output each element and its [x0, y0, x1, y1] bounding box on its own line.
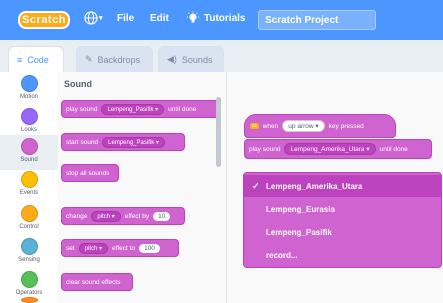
palette-section-title: Sound — [64, 79, 92, 89]
block-play-sound-script[interactable]: play sound Lempeng_Amerika_Utara ▾ until… — [244, 139, 432, 159]
block-when-key-pressed[interactable]: ▭ when up arrow ▾ key pressed — [244, 114, 396, 138]
dropdown-item[interactable]: Lempeng_Pasifik — [244, 221, 441, 243]
tab-sounds[interactable]: ◀) Sounds — [158, 46, 224, 72]
tab-sounds-label: Sounds — [181, 54, 213, 65]
looks-dot — [20, 108, 38, 125]
dropdown-item[interactable]: record... — [244, 244, 441, 266]
block-stop-all-sounds[interactable]: stop all sounds — [61, 164, 119, 182]
dropdown-item[interactable]: ✓ Lempeng_Amerika_Utara — [244, 175, 441, 197]
tab-code-label: Code — [27, 54, 49, 65]
events-dot — [20, 171, 38, 188]
tutorials-menu[interactable]: Tutorials — [204, 13, 245, 24]
block-text: stop all sounds — [66, 169, 110, 177]
block-text: key pressed — [328, 122, 364, 130]
block-palette: Sound play sound Lempeng_Pasifik ▾ until… — [58, 72, 227, 303]
chevron-down-icon[interactable]: ▾ — [99, 14, 103, 22]
category-sensing[interactable]: Sensing — [0, 235, 58, 270]
edit-menu[interactable]: Edit — [150, 13, 169, 24]
category-control[interactable]: Control — [0, 202, 58, 237]
block-text: play sound — [249, 145, 281, 153]
extension-icon: ▭ — [250, 123, 259, 129]
block-text: when — [262, 122, 279, 130]
lightbulb-icon[interactable] — [186, 11, 200, 25]
block-text: set — [66, 244, 75, 252]
project-title-input[interactable]: Scratch Project — [258, 10, 376, 30]
sound-dot — [20, 138, 38, 155]
tab-backdrops[interactable]: ✎ Backdrops — [76, 46, 153, 72]
scratch-logo[interactable]: Scratch — [18, 11, 70, 29]
block-text: play sound — [66, 105, 98, 113]
category-label: Events — [19, 190, 39, 196]
dropdown-item[interactable]: Lempeng_Eurasia — [244, 198, 441, 220]
category-variables[interactable] — [0, 297, 58, 303]
category-menu: Motion Looks Sound Events Control Sensin… — [0, 72, 59, 303]
block-text: change — [66, 212, 88, 220]
tab-code[interactable]: ≡ Code — [8, 46, 64, 72]
category-label: Control — [19, 224, 39, 230]
dropdown-item-label: record... — [266, 250, 298, 260]
effect-value-input[interactable]: 100 — [139, 243, 160, 253]
block-text: clear sound effects — [66, 278, 121, 286]
block-change-effect[interactable]: change pitch ▾ effect by 10 — [61, 207, 185, 225]
menu-bar: Scratch ▾ File Edit Tutorials Scratch Pr… — [0, 0, 443, 40]
block-text: effect by — [124, 212, 150, 220]
check-icon: ✓ — [252, 180, 260, 191]
category-motion[interactable]: Motion — [0, 72, 58, 107]
palette-scrollbar[interactable] — [216, 97, 221, 167]
category-sound[interactable]: Sound — [0, 135, 58, 170]
block-text: start sound — [66, 138, 99, 146]
category-label: Operators — [15, 290, 43, 296]
category-label: Looks — [20, 127, 37, 133]
sound-menu[interactable]: Lempeng_Pasifik ▾ — [101, 103, 165, 115]
variables-dot — [20, 297, 38, 303]
category-events[interactable]: Events — [0, 168, 58, 203]
sound-dropdown: ✓ Lempeng_Amerika_Utara Lempeng_Eurasia … — [243, 172, 442, 268]
dropdown-item-label: Lempeng_Amerika_Utara — [266, 181, 363, 191]
dropdown-item-label: Lempeng_Eurasia — [266, 204, 335, 214]
category-label: Sound — [20, 157, 38, 163]
file-menu[interactable]: File — [117, 13, 134, 24]
control-dot — [20, 205, 38, 222]
category-label: Sensing — [18, 257, 40, 263]
effect-value-input[interactable]: 10 — [153, 211, 171, 221]
sensing-dot — [20, 238, 38, 255]
effect-menu[interactable]: pitch ▾ — [78, 242, 109, 254]
dropdown-item-label: Lempeng_Pasifik — [266, 227, 332, 237]
globe-icon[interactable] — [84, 11, 98, 25]
key-menu[interactable]: up arrow ▾ — [282, 120, 325, 132]
sound-menu-open[interactable]: Lempeng_Amerika_Utara ▾ — [284, 143, 376, 155]
effect-menu[interactable]: pitch ▾ — [91, 210, 121, 222]
code-icon: ≡ — [17, 54, 23, 65]
operators-dot — [20, 271, 38, 288]
block-start-sound[interactable]: start sound Lempeng_Pasifik ▾ — [61, 133, 185, 151]
block-play-sound-until-done[interactable]: play sound Lempeng_Pasifik ▾ until done — [61, 100, 221, 118]
tab-backdrops-label: Backdrops — [97, 54, 141, 65]
motion-dot — [20, 75, 38, 92]
sound-menu[interactable]: Lempeng_Pasifik ▾ — [102, 136, 165, 148]
block-clear-sound-effects[interactable]: clear sound effects — [61, 273, 133, 291]
speaker-icon: ◀) — [167, 54, 177, 64]
block-set-effect[interactable]: set pitch ▾ effect to 100 — [61, 239, 179, 257]
editor-tabs: ≡ Code ✎ Backdrops ◀) Sounds — [0, 40, 443, 72]
block-text: effect to — [112, 244, 136, 252]
block-text: until done — [379, 145, 408, 153]
paintbrush-icon: ✎ — [85, 54, 93, 64]
block-text: until done — [168, 105, 197, 113]
category-label: Motion — [19, 94, 38, 100]
